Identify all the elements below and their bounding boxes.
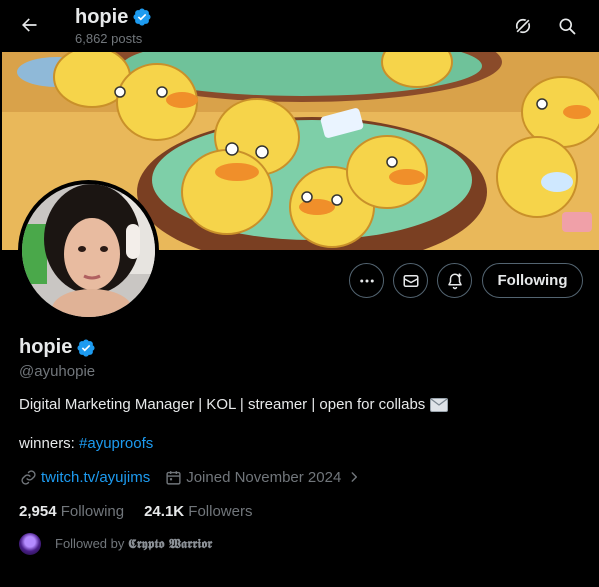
more-icon — [359, 279, 374, 282]
envelope-icon — [430, 397, 449, 412]
top-bar: hopie 6,862 posts — [0, 0, 599, 52]
winners-hashtag[interactable]: #ayuproofs — [79, 435, 153, 452]
profile-name: hopie — [19, 336, 73, 358]
message-button[interactable] — [393, 263, 428, 298]
grok-button[interactable] — [506, 9, 540, 43]
grok-icon — [514, 17, 532, 35]
back-button[interactable] — [12, 8, 46, 42]
chevron-right-icon[interactable] — [345, 468, 363, 486]
following-stat[interactable]: 2,954 Following — [19, 503, 124, 520]
bio-text: Digital Marketing Manager | KOL | stream… — [19, 396, 426, 413]
follower-avatar — [19, 533, 41, 555]
verified-badge-icon[interactable] — [76, 338, 96, 358]
avatar-image — [22, 184, 155, 317]
arrow-left-icon — [22, 18, 37, 32]
link-icon — [19, 468, 37, 486]
mail-icon — [403, 274, 418, 287]
followers-count: 24.1K — [144, 503, 185, 520]
followed-by-name: 𝕮𝖗𝖞𝖕𝖙𝖔 𝖂𝖆𝖗𝖗𝖎𝖔𝖗 — [128, 537, 213, 552]
calendar-icon — [164, 468, 182, 486]
winners-line: winners: #ayuproofs — [19, 435, 153, 452]
more-button[interactable] — [349, 263, 384, 298]
follow-stats: 2,954 Following 24.1K Followers — [19, 503, 252, 520]
posts-count: 6,862 posts — [75, 31, 143, 46]
profile-name-row: hopie — [19, 336, 96, 359]
winners-label: winners: — [19, 435, 75, 452]
bell-plus-icon — [447, 273, 462, 289]
profile-handle: @ayuhopie — [19, 363, 96, 380]
profile-bio: Digital Marketing Manager | KOL | stream… — [19, 396, 449, 413]
notify-button[interactable] — [437, 263, 472, 298]
followed-by-prefix: Followed by — [55, 536, 125, 551]
joined-date: Joined November 2024 — [186, 468, 342, 486]
profile-avatar[interactable] — [18, 180, 159, 321]
following-button[interactable]: Following — [482, 263, 583, 298]
verified-badge-icon — [133, 8, 151, 26]
header-title: hopie — [75, 5, 152, 29]
followers-label: Followers — [188, 503, 253, 520]
search-button[interactable] — [550, 9, 584, 43]
followers-stat[interactable]: 24.1K Followers — [144, 503, 252, 520]
profile-meta: twitch.tv/ayujims Joined November 2024 — [19, 468, 367, 486]
header-name: hopie — [75, 6, 129, 28]
following-count: 2,954 — [19, 503, 57, 520]
followed-by[interactable]: Followed by 𝕮𝖗𝖞𝖕𝖙𝖔 𝖂𝖆𝖗𝖗𝖎𝖔𝖗 — [19, 533, 212, 555]
following-label: Following — [60, 503, 125, 520]
website-link[interactable]: twitch.tv/ayujims — [41, 469, 150, 486]
search-icon — [559, 18, 576, 35]
